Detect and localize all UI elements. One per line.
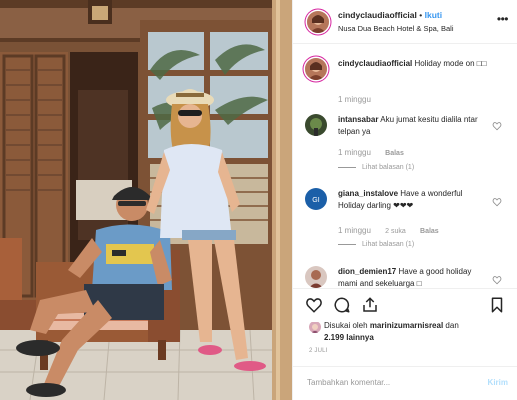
share-icon[interactable]	[361, 296, 379, 314]
likes-joiner: dan	[445, 321, 459, 330]
comment-time[interactable]: 1 minggu	[338, 226, 371, 235]
post-actions-bar	[293, 288, 517, 320]
more-options-icon[interactable]: •••	[497, 13, 509, 25]
post-header: cindyclaudiaofficial • Ikuti Nusa Dua Be…	[293, 0, 517, 44]
liker-avatar[interactable]	[309, 321, 321, 333]
comment-meta: 1 minggu Balas	[338, 148, 404, 157]
view-replies-label: Lihat balasan (1)	[362, 164, 415, 171]
caption-text: cindyclaudiaofficial Holiday mode on □□	[338, 58, 488, 70]
post-detail-panel: cindyclaudiaofficial • Ikuti Nusa Dua Be…	[292, 0, 517, 400]
author-line: cindyclaudiaofficial • Ikuti	[338, 10, 442, 20]
reply-button[interactable]: Balas	[385, 150, 404, 157]
post-comment-button[interactable]: Kirim	[488, 378, 508, 387]
comment-username[interactable]: cindyclaudiaofficial	[338, 59, 412, 68]
comment-item: GI giana_instalove Have a wonderful Holi…	[293, 182, 517, 256]
comment-icon[interactable]	[333, 296, 351, 314]
comment-time[interactable]: 1 minggu	[338, 148, 371, 157]
post-photo-illustration	[0, 0, 292, 400]
comment-avatar[interactable]	[305, 58, 327, 80]
reply-button[interactable]: Balas	[420, 228, 439, 235]
comment-item: dion_demien17 Have a good holiday mami a…	[293, 260, 517, 288]
comments-list[interactable]: cindyclaudiaofficial Holiday mode on □□ …	[293, 52, 517, 288]
comment-text: dion_demien17 Have a good holiday mami a…	[338, 266, 488, 288]
comment-avatar[interactable]: GI	[305, 188, 327, 210]
liker-username[interactable]: marinizumarnisreal	[370, 321, 443, 330]
view-replies-label: Lihat balasan (1)	[362, 241, 415, 248]
comment-avatar[interactable]	[305, 114, 327, 136]
comment-avatar[interactable]	[305, 266, 327, 288]
comment-text: intansabar Aku jumat kesitu dialila ntar…	[338, 114, 488, 138]
caption-item: cindyclaudiaofficial Holiday mode on □□ …	[293, 52, 517, 106]
post-date[interactable]: 2 JULI	[309, 348, 328, 354]
replies-divider	[338, 243, 356, 245]
comment-time[interactable]: 1 minggu	[338, 95, 371, 104]
author-username[interactable]: cindyclaudiaofficial	[338, 10, 417, 20]
likes-summary: Disukai oleh marinizumarnisreal dan 2.19…	[293, 318, 517, 344]
like-comment-heart-icon[interactable]	[492, 118, 502, 131]
add-comment-form: Tambahkan komentar... Kirim	[293, 366, 517, 400]
comment-input[interactable]: Tambahkan komentar...	[307, 378, 467, 387]
author-avatar[interactable]	[307, 11, 329, 33]
location-link[interactable]: Nusa Dua Beach Hotel & Spa, Bali	[338, 24, 453, 33]
comment-likes[interactable]: 2 suka	[385, 228, 406, 235]
svg-text:GI: GI	[312, 197, 319, 204]
likes-others[interactable]: 2.199 lainnya	[324, 333, 374, 342]
bookmark-icon[interactable]	[488, 296, 506, 314]
heart-icon[interactable]	[305, 296, 323, 314]
post-photo[interactable]	[0, 0, 292, 400]
likes-text: Disukai oleh marinizumarnisreal dan 2.19…	[324, 320, 509, 344]
replies-divider	[338, 166, 356, 168]
comment-meta: 1 minggu 2 suka Balas	[338, 226, 439, 235]
separator-dot: •	[419, 10, 423, 20]
comment-text: giana_instalove Have a wonderful Holiday…	[338, 188, 488, 212]
like-comment-heart-icon[interactable]	[492, 194, 502, 207]
comment-item: intansabar Aku jumat kesitu dialila ntar…	[293, 108, 517, 180]
comment-username[interactable]: dion_demien17	[338, 267, 396, 276]
likes-prefix: Disukai oleh	[324, 321, 368, 330]
comment-body: Holiday mode on □□	[414, 59, 487, 68]
follow-button[interactable]: Ikuti	[425, 10, 442, 20]
like-comment-heart-icon[interactable]	[492, 272, 502, 285]
view-replies-link[interactable]: Lihat balasan (1)	[338, 164, 414, 171]
comment-username[interactable]: giana_instalove	[338, 189, 398, 198]
comment-username[interactable]: intansabar	[338, 115, 378, 124]
view-replies-link[interactable]: Lihat balasan (1)	[338, 241, 414, 248]
comment-meta: 1 minggu	[338, 95, 371, 104]
